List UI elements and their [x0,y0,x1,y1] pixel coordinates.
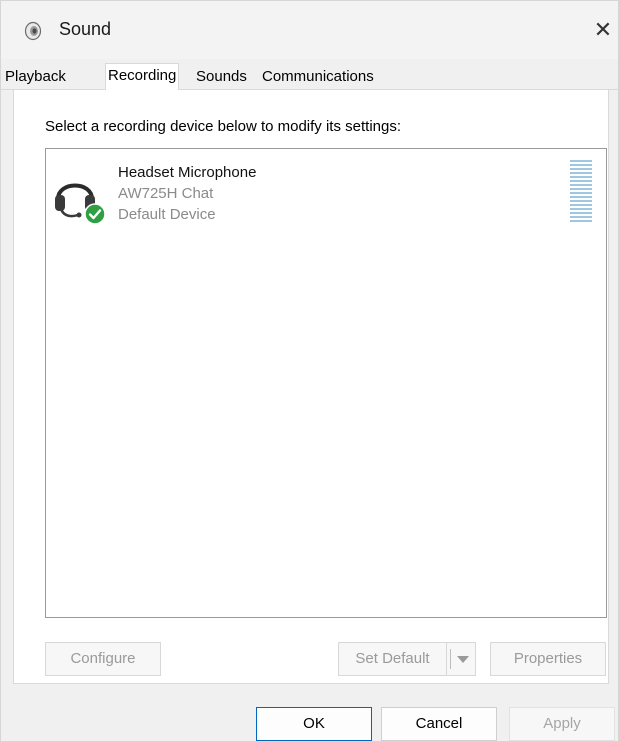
apply-button[interactable]: Apply [509,707,615,741]
check-badge-icon [84,203,106,225]
ok-button[interactable]: OK [256,707,372,741]
recording-panel: Select a recording device below to modif… [13,90,609,684]
device-description: AW725H Chat [118,185,214,202]
speaker-icon [23,21,43,41]
sound-dialog: Sound ✕ Playback Recording Sounds Commun… [0,0,619,742]
title-bar: Sound ✕ [1,1,618,59]
window-title: Sound [59,19,112,39]
list-item[interactable]: Headset Microphone AW725H Chat Default D… [50,157,602,229]
tab-communications[interactable]: Communications [260,66,376,90]
configure-button[interactable]: Configure [45,642,161,676]
tab-recording[interactable]: Recording [105,63,180,91]
instruction-text: Select a recording device below to modif… [45,118,402,135]
tab-sounds[interactable]: Sounds [194,66,249,90]
tab-playback[interactable]: Playback [3,66,68,90]
device-status: Default Device [118,206,216,223]
device-list[interactable]: Headset Microphone AW725H Chat Default D… [45,148,607,618]
close-button[interactable]: ✕ [588,13,618,47]
set-default-dropdown[interactable] [446,642,476,676]
close-icon: ✕ [593,17,613,42]
properties-button[interactable]: Properties [490,642,606,676]
chevron-down-icon [457,656,469,663]
cancel-button[interactable]: Cancel [381,707,497,741]
level-meter [570,160,592,224]
tab-strip: Playback Recording Sounds Communications [1,63,618,91]
set-default-button[interactable]: Set Default [338,642,446,676]
device-name: Headset Microphone [118,164,257,181]
